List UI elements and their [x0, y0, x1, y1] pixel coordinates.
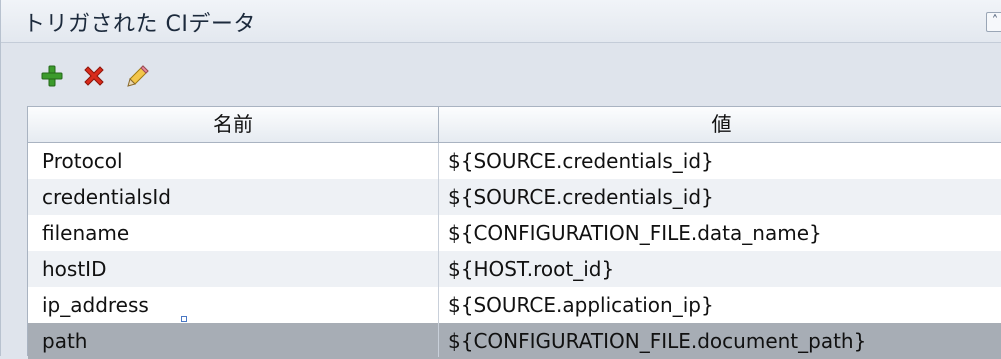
table-row[interactable]: Protocol ${SOURCE.credentials_id}	[28, 143, 1001, 179]
name-cell: path	[42, 329, 88, 353]
table-header: 名前 値	[28, 107, 1001, 143]
table-row[interactable]: credentialsId ${SOURCE.credentials_id}	[28, 179, 1001, 215]
value-cell: ${CONFIGURATION_FILE.document_path}	[448, 329, 867, 353]
add-icon[interactable]	[39, 63, 65, 89]
value-cell: ${CONFIGURATION_FILE.data_name}	[448, 221, 822, 245]
resize-handle[interactable]	[181, 316, 187, 322]
column-header-name[interactable]: 名前	[28, 107, 438, 142]
edit-icon[interactable]	[125, 63, 151, 89]
value-cell: ${SOURCE.application_ip}	[448, 293, 714, 317]
name-cell: ip_address	[42, 293, 149, 317]
value-cell: ${SOURCE.credentials_id}	[448, 185, 714, 209]
name-cell: Protocol	[42, 149, 123, 173]
panel-title: トリガされた CIデータ	[23, 12, 256, 37]
delete-icon[interactable]	[81, 63, 107, 89]
table-row[interactable]: filename ${CONFIGURATION_FILE.data_name}	[28, 215, 1001, 251]
double-chevron-up-icon: ˄	[991, 14, 999, 29]
column-divider[interactable]	[438, 143, 439, 357]
value-cell: ${HOST.root_id}	[448, 257, 615, 281]
value-cell: ${SOURCE.credentials_id}	[448, 149, 714, 173]
toolbar	[1, 43, 1001, 106]
column-header-value[interactable]: 値	[438, 107, 1001, 142]
table-row[interactable]: ip_address ${SOURCE.application_ip}	[28, 287, 1001, 323]
collapse-button[interactable]: ˄	[986, 12, 1001, 32]
name-cell: hostID	[42, 257, 107, 281]
table-row[interactable]: hostID ${HOST.root_id}	[28, 251, 1001, 287]
panel-header: トリガされた CIデータ ˄	[1, 0, 1001, 43]
table-row-selected[interactable]: path ${CONFIGURATION_FILE.document_path}	[28, 323, 1001, 359]
triggered-ci-data-panel: トリガされた CIデータ ˄ 名前 値 Protocol ${SOURCE.cr…	[0, 0, 1001, 359]
name-cell: filename	[42, 221, 130, 245]
name-cell: credentialsId	[42, 185, 171, 209]
ci-data-table: 名前 値 Protocol ${SOURCE.credentials_id} c…	[27, 106, 1001, 359]
